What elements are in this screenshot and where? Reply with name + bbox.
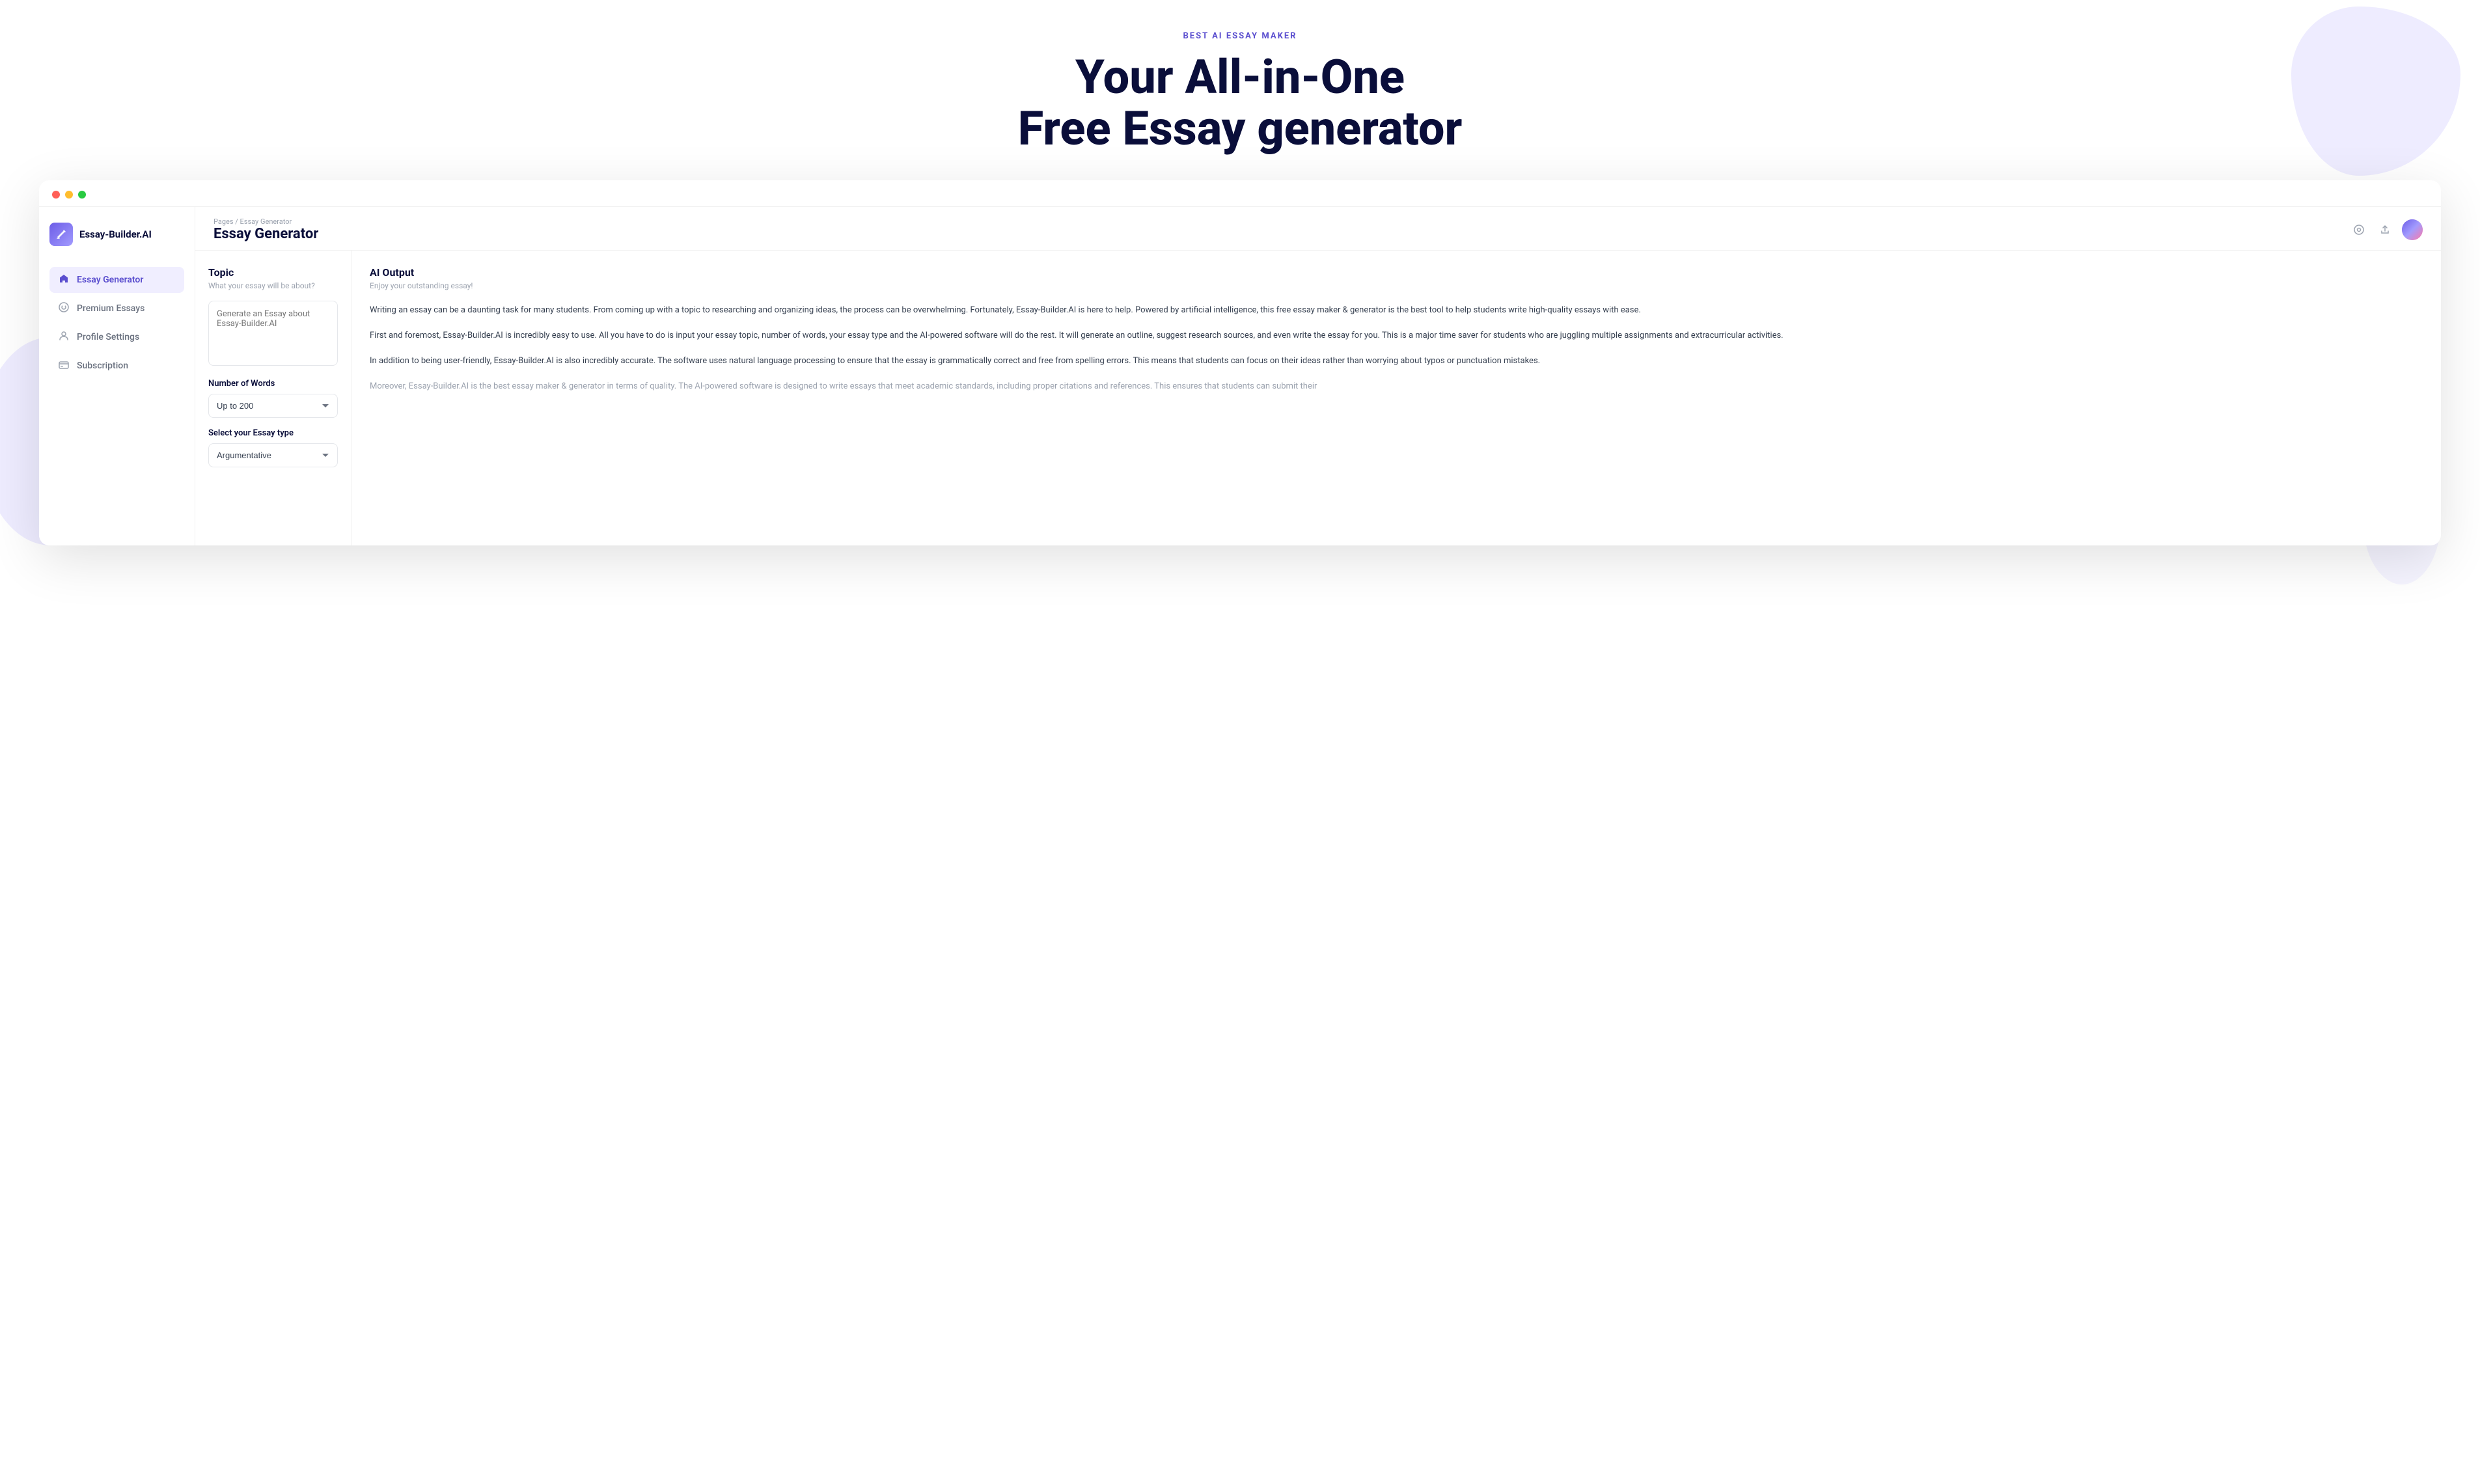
output-para-3: In addition to being user-friendly, Essa…	[370, 354, 2423, 369]
sidebar-item-premium-essays[interactable]: Premium Essays	[49, 295, 184, 322]
app-window: Essay-Builder.AI Essay Generator	[39, 180, 2441, 545]
logo-text: Essay-Builder.AI	[79, 228, 152, 240]
hero-badge: BEST AI ESSAY MAKER	[13, 31, 2467, 41]
settings-icon[interactable]	[2350, 221, 2368, 239]
sidebar-item-essay-label: Essay Generator	[77, 275, 143, 285]
window-chrome	[39, 180, 2441, 207]
avatar[interactable]	[2402, 219, 2423, 240]
logo-icon	[49, 223, 73, 246]
sidebar-item-premium-label: Premium Essays	[77, 303, 145, 314]
sidebar-item-essay-generator[interactable]: Essay Generator	[49, 267, 184, 293]
dot-red[interactable]	[52, 191, 60, 199]
output-sublabel: Enjoy your outstanding essay!	[370, 281, 2423, 290]
output-para-2: First and foremost, Essay-Builder.AI is …	[370, 329, 2423, 344]
page-title: Essay Generator	[214, 226, 318, 242]
subscription-icon	[57, 359, 70, 372]
sidebar-item-profile-settings[interactable]: Profile Settings	[49, 324, 184, 350]
avatar-image	[2402, 219, 2423, 240]
sidebar-item-profile-label: Profile Settings	[77, 332, 139, 342]
topic-sublabel: What your essay will be about?	[208, 281, 338, 290]
top-bar: Pages / Essay Generator Essay Generator	[195, 207, 2441, 251]
content-area: Topic What your essay will be about? Num…	[195, 251, 2441, 545]
export-icon[interactable]	[2376, 221, 2394, 239]
main-content: Pages / Essay Generator Essay Generator	[195, 207, 2441, 545]
type-label: Select your Essay type	[208, 428, 338, 438]
words-label: Number of Words	[208, 379, 338, 389]
words-select[interactable]: Up to 200 Up to 500 Up to 1000 Up to 200…	[208, 394, 338, 418]
sidebar-item-subscription-label: Subscription	[77, 361, 128, 371]
premium-icon	[57, 302, 70, 315]
output-para-1: Writing an essay can be a daunting task …	[370, 303, 2423, 318]
top-bar-left: Pages / Essay Generator Essay Generator	[214, 217, 318, 242]
dot-green[interactable]	[78, 191, 86, 199]
home-icon	[57, 273, 70, 286]
topic-input[interactable]	[208, 301, 338, 366]
left-panel: Topic What your essay will be about? Num…	[195, 251, 351, 545]
output-title: AI Output	[370, 266, 2423, 279]
hero-title: Your All-in-One Free Essay generator	[980, 51, 1500, 154]
page-wrapper: BEST AI ESSAY MAKER Your All-in-One Free…	[0, 0, 2480, 584]
dot-yellow[interactable]	[65, 191, 73, 199]
profile-icon	[57, 331, 70, 344]
right-panel: AI Output Enjoy your outstanding essay! …	[351, 251, 2441, 545]
sidebar: Essay-Builder.AI Essay Generator	[39, 207, 195, 545]
output-para-4: Moreover, Essay-Builder.AI is the best e…	[370, 379, 2423, 394]
topic-label: Topic	[208, 266, 338, 279]
hero-section: BEST AI ESSAY MAKER Your All-in-One Free…	[0, 0, 2480, 154]
sidebar-logo: Essay-Builder.AI	[49, 223, 184, 246]
output-text: Writing an essay can be a daunting task …	[370, 303, 2423, 394]
essay-type-select[interactable]: Argumentative Descriptive Expository Nar…	[208, 443, 338, 467]
app-layout: Essay-Builder.AI Essay Generator	[39, 207, 2441, 545]
breadcrumb: Pages / Essay Generator	[214, 217, 318, 226]
top-bar-actions	[2350, 219, 2423, 240]
sidebar-item-subscription[interactable]: Subscription	[49, 353, 184, 379]
